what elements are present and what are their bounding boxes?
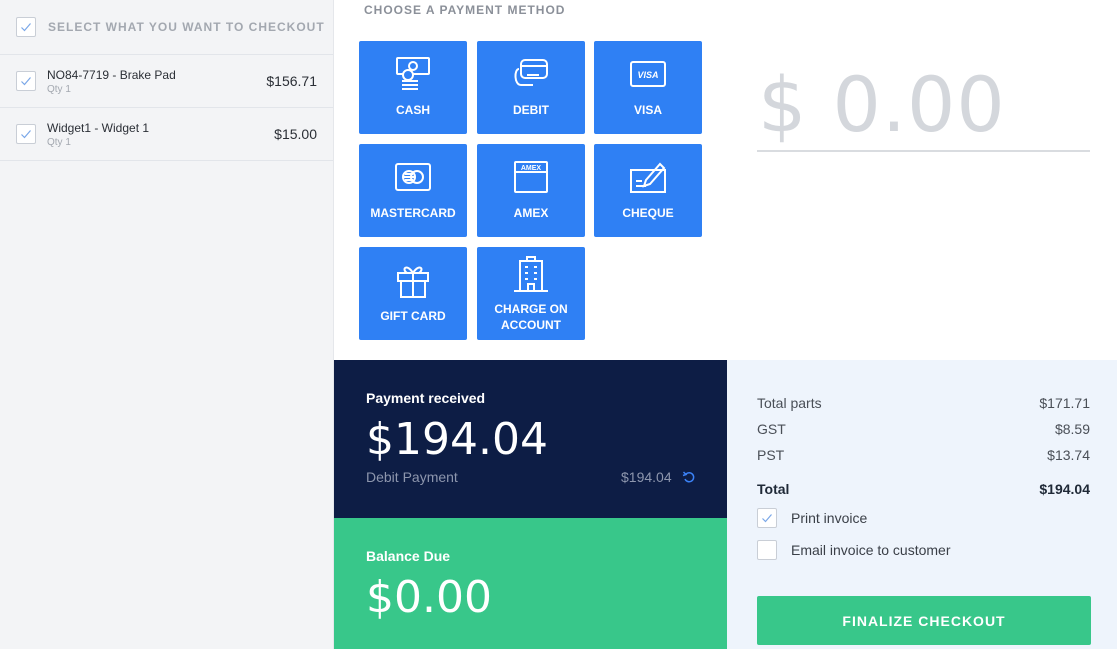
item-price: $15.00 [274,126,317,142]
amex-button[interactable]: AMEX AMEX [477,144,585,237]
item-name: Widget1 - Widget 1 [47,120,150,135]
cart-panel: SELECT WHAT YOU WANT TO CHECKOUT NO84-77… [0,0,334,649]
payment-method-title: CHOOSE A PAYMENT METHOD [364,3,566,17]
mastercard-label: MASTERCARD [370,206,456,220]
cash-icon [359,55,467,93]
payment-line-amount: $194.04 [621,469,672,485]
payment-received-title: Payment received [366,390,486,406]
building-icon [477,255,585,293]
amex-icon: AMEX [477,158,585,196]
item-qty: Qty 1 [47,83,71,95]
summary-row-total-parts: Total parts $171.71 [757,395,1090,411]
mastercard-icon [359,158,467,196]
item-qty: Qty 1 [47,136,71,148]
cart-item[interactable]: Widget1 - Widget 1 Qty 1 $15.00 [0,108,333,161]
cart-item[interactable]: NO84-7719 - Brake Pad Qty 1 $156.71 [0,55,333,108]
summary-row-pst: PST $13.74 [757,447,1090,463]
charge-on-account-button[interactable]: CHARGE ON ACCOUNT [477,247,585,340]
cheque-icon [594,158,702,196]
gift-card-button[interactable]: GIFT CARD [359,247,467,340]
balance-due-title: Balance Due [366,548,451,564]
item-price: $156.71 [266,73,317,89]
amex-label: AMEX [513,206,549,220]
payment-received-amount: $194.04 [366,414,548,465]
check-icon [21,130,31,139]
payment-line-label: Debit Payment [366,469,458,485]
order-summary: Total parts $171.71 GST $8.59 PST $13.74… [727,360,1117,649]
payment-amount-input[interactable]: $ 0.00 [758,60,1006,149]
summary-value: $13.74 [1047,447,1090,463]
summary-row-gst: GST $8.59 [757,421,1090,437]
charge-on-account-label-line2: ACCOUNT [501,318,561,332]
summary-label: GST [757,421,786,437]
summary-label: Total parts [757,395,822,411]
balance-due-panel: Balance Due $0.00 [334,518,727,649]
select-all-label: SELECT WHAT YOU WANT TO CHECKOUT [48,20,325,34]
total-label: Total [757,481,790,497]
summary-row-total: Total $194.04 [757,481,1090,497]
email-invoice-option[interactable]: Email invoice to customer [757,540,951,560]
gift-card-label: GIFT CARD [380,309,446,323]
visa-button[interactable]: VISA VISA [594,41,702,134]
undo-icon[interactable] [682,470,696,484]
item-checkbox[interactable] [16,124,36,144]
cheque-label: CHEQUE [622,206,674,220]
visa-icon: VISA [594,55,702,93]
debit-label: DEBIT [513,103,549,117]
print-invoice-checkbox[interactable] [757,508,777,528]
summary-label: PST [757,447,785,463]
gift-icon [359,261,467,299]
visa-badge-text: VISA [637,70,658,80]
debit-card-icon [477,55,585,93]
check-icon [21,77,31,86]
amount-underline [757,150,1090,152]
email-invoice-label: Email invoice to customer [791,542,951,558]
item-checkbox[interactable] [16,71,36,91]
total-value: $194.04 [1039,481,1090,497]
balance-due-amount: $0.00 [366,572,492,623]
cheque-button[interactable]: CHEQUE [594,144,702,237]
cash-label: CASH [395,103,430,117]
check-icon [762,514,772,523]
select-all-checkbox[interactable] [16,17,36,37]
summary-value: $171.71 [1039,395,1090,411]
finalize-checkout-button[interactable]: FINALIZE CHECKOUT [757,596,1091,645]
charge-on-account-label: CHARGE ON ACCOUNT [477,301,585,333]
email-invoice-checkbox[interactable] [757,540,777,560]
visa-label: VISA [633,103,662,117]
mastercard-button[interactable]: MASTERCARD [359,144,467,237]
select-all-row[interactable]: SELECT WHAT YOU WANT TO CHECKOUT [0,0,333,55]
debit-button[interactable]: DEBIT [477,41,585,134]
check-icon [21,23,31,32]
amex-badge-text: AMEX [521,165,542,172]
payment-received-panel: Payment received $194.04 Debit Payment $… [334,360,727,518]
cash-button[interactable]: CASH [359,41,467,134]
charge-on-account-label-line1: CHARGE ON [494,302,568,316]
print-invoice-option[interactable]: Print invoice [757,508,867,528]
print-invoice-label: Print invoice [791,510,868,526]
item-name: NO84-7719 - Brake Pad [47,67,176,82]
summary-value: $8.59 [1054,421,1090,437]
